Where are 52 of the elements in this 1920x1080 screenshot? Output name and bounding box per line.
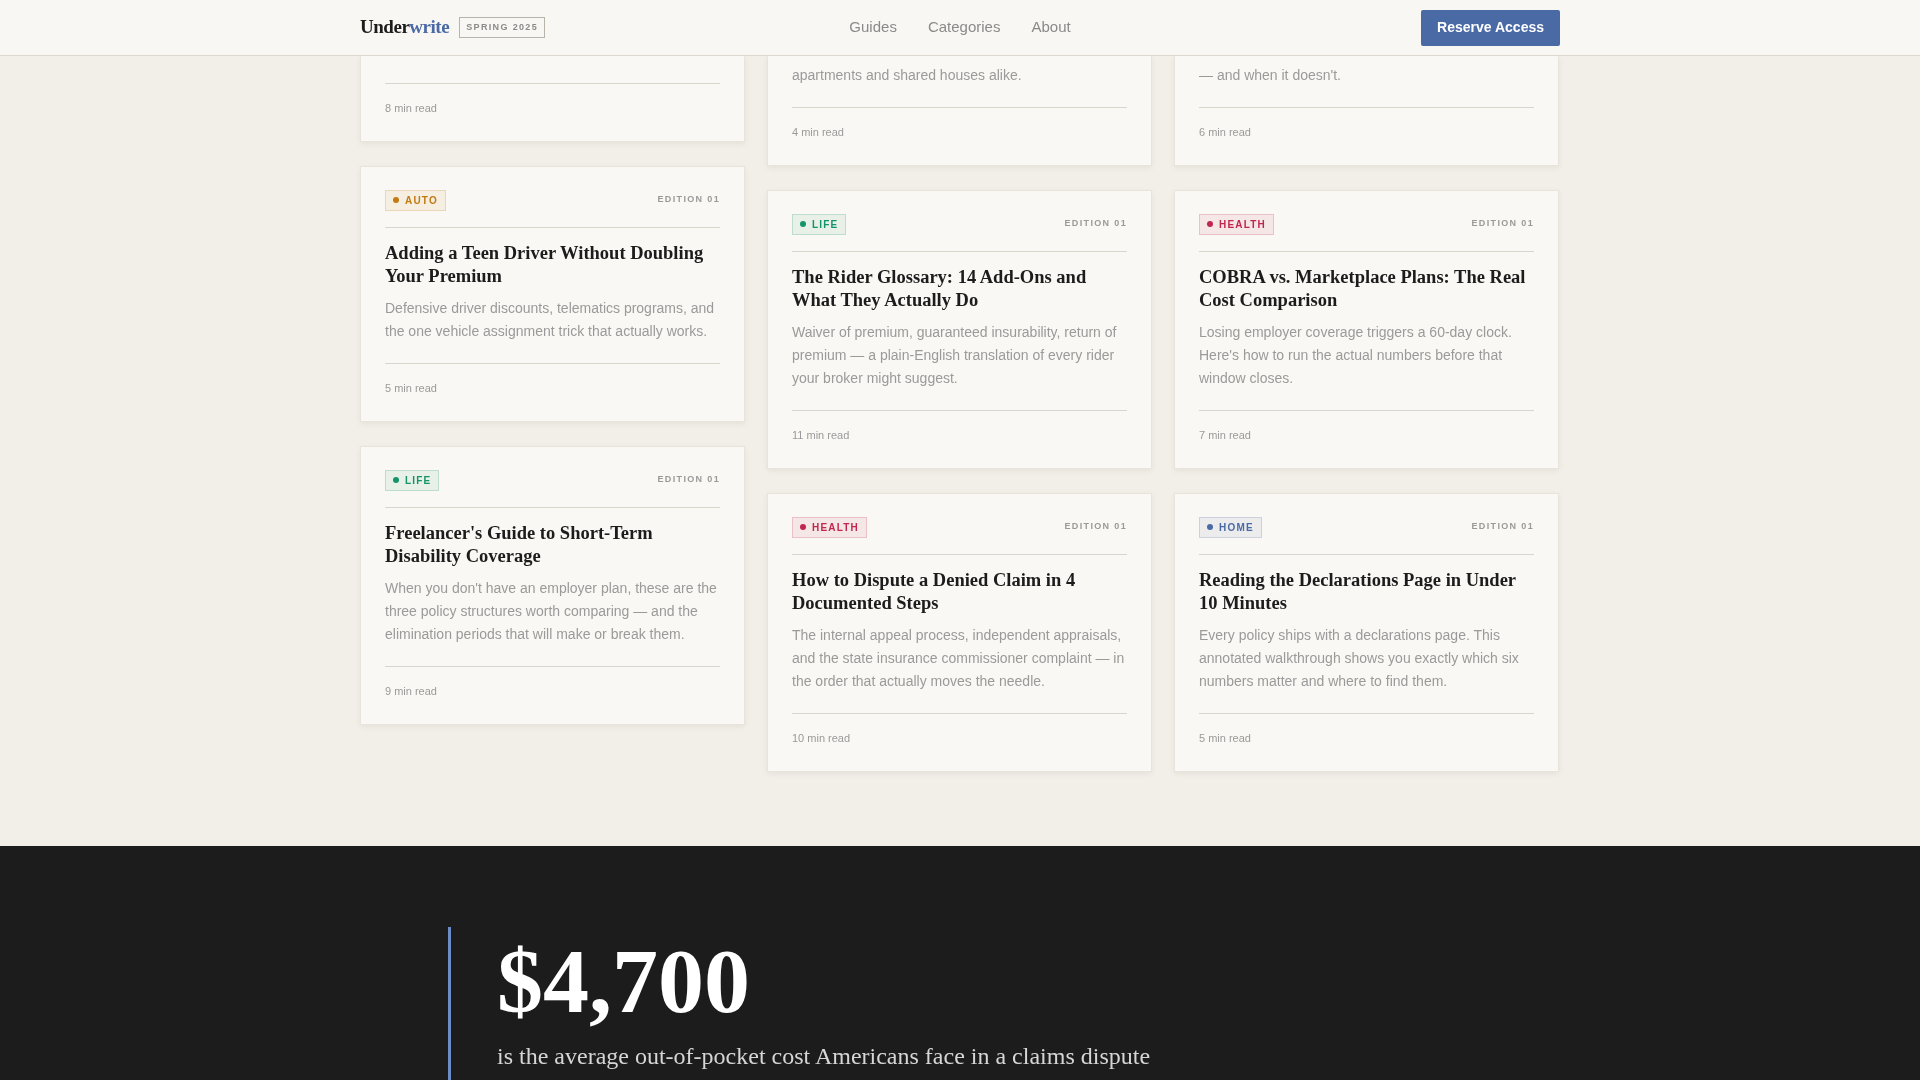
article-card[interactable]: AUTO EDITION 01 Adding a Teen Driver Without Doubling Your Premium Defensive driver discounts, telematics programs, and the one vehicle assignment trick that actually works. 5 min read — [360, 166, 745, 422]
article-summary: — and when it doesn't. — [1199, 66, 1342, 85]
nav-link[interactable]: About — [1031, 16, 1071, 39]
article-card[interactable]: — and when it doesn't. 6 min read — [1174, 56, 1559, 166]
stat-caption: is the average out-of-pocket cost Americans face in a claims dispute — [497, 1042, 1152, 1071]
category-tag[interactable]: HEALTH — [792, 516, 867, 538]
article-summary: The internal appeal process, independent appraisals, and the state insurance commissioner complaint — in the order that actually moves the needle. — [792, 626, 1126, 691]
edition-label: EDITION 01 — [1064, 217, 1127, 231]
category-tag[interactable]: HEALTH — [1199, 213, 1274, 235]
nav-link[interactable]: Guides — [849, 16, 897, 39]
edition-label: EDITION 01 — [1471, 520, 1534, 534]
stat-figure: $4,700 — [497, 931, 751, 1031]
season-badge: SPRING 2025 — [459, 16, 546, 39]
article-title[interactable]: The Rider Glossary: 14 Add-Ons and What They Actually Do — [792, 266, 1127, 312]
category-tag[interactable]: LIFE — [792, 213, 847, 235]
edition-label: EDITION 01 — [657, 193, 720, 207]
read-time: 6 min read — [1199, 125, 1252, 139]
article-title[interactable]: Freelancer's Guide to Short-Term Disability Coverage — [385, 522, 720, 568]
article-summary: Losing employer coverage triggers a 60-day clock. Here's how to run the actual numbers before that window closes. — [1199, 323, 1513, 388]
read-time: 10 min read — [792, 731, 852, 745]
read-time: 4 min read — [792, 125, 845, 139]
read-time: 5 min read — [1199, 731, 1252, 745]
article-title[interactable]: Reading the Declarations Page in Under 10 Minutes — [1199, 569, 1534, 615]
article-card[interactable]: apartments and shared houses alike. 4 min read — [767, 56, 1152, 166]
article-summary: apartments and shared houses alike. — [792, 66, 1023, 85]
article-summary: Every policy ships with a declarations page. This annotated walkthrough shows you exactly which six numbers matter and where to find them. — [1199, 626, 1520, 691]
edition-label: EDITION 01 — [657, 473, 720, 487]
article-card[interactable] — [767, 190, 1152, 469]
article-summary: Waiver of premium, guaranteed insurability, return of premium — a plain-English translation of every rider your broker might suggest. — [792, 323, 1118, 388]
read-time: 7 min read — [1199, 428, 1252, 442]
read-time: 11 min read — [792, 428, 851, 442]
article-card[interactable]: HEALTH EDITION 01 COBRA vs. Marketplace Plans: The Real Cost Comparison Losing employer coverage triggers a 60-day clock. Here's how to run the actual numbers before that window closes. 7 min read — [1174, 190, 1559, 469]
read-time: 5 min read — [385, 381, 438, 395]
reserve-access-button[interactable]: Reserve Access — [1421, 9, 1560, 46]
article-title[interactable]: COBRA vs. Marketplace Plans: The Real Cost Comparison — [1199, 266, 1534, 312]
article-card[interactable] — [767, 493, 1152, 772]
nav-link[interactable]: Categories — [927, 16, 1001, 39]
article-title[interactable]: How to Dispute a Denied Claim in 4 Documented Steps — [792, 569, 1127, 615]
article-summary: When you don't have an employer plan, these are the three policy structures worth comparing — and the elimination periods that will make or break them. — [385, 579, 718, 644]
logo[interactable]: Underwrite — [360, 13, 450, 42]
read-time: 9 min read — [385, 684, 438, 698]
read-time: 8 min read — [385, 101, 438, 115]
article-summary: Defensive driver discounts, telematics programs, and the one vehicle assignment trick that actually works. — [385, 299, 716, 341]
article-title[interactable]: Adding a Teen Driver Without Doubling Your Premium — [385, 242, 720, 288]
article-card[interactable] — [1174, 493, 1559, 772]
edition-label: EDITION 01 — [1064, 520, 1127, 534]
article-card[interactable] — [360, 446, 745, 725]
category-tag[interactable]: HOME — [1199, 516, 1262, 538]
article-card[interactable]: 8 min read — [360, 56, 745, 142]
category-tag[interactable]: LIFE — [385, 469, 440, 491]
edition-label: EDITION 01 — [1471, 217, 1534, 231]
category-tag[interactable]: AUTO — [385, 189, 446, 211]
